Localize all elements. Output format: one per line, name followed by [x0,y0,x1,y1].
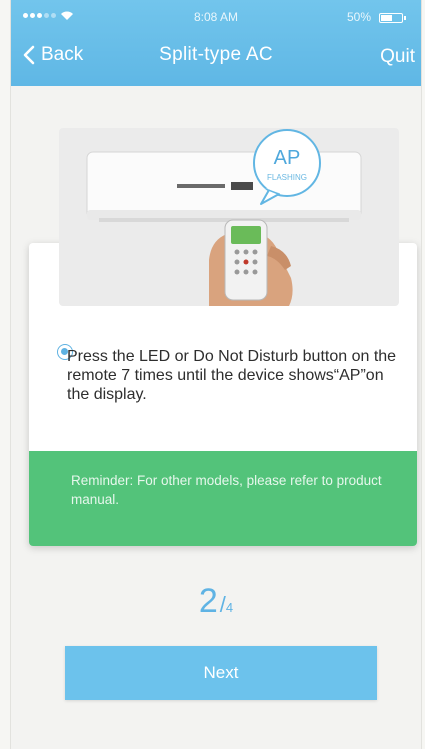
top-bar: 8:08 AM 50% Back Split-type AC Quit [11,0,421,86]
page-title: Split-type AC [159,44,273,65]
ac-illustration: AP FLASHING [59,128,399,306]
app-screen: 8:08 AM 50% Back Split-type AC Quit Pres… [10,0,422,749]
bubble-title: AP [274,147,301,169]
quit-button[interactable]: Quit [380,46,415,68]
instruction-text: Press the LED or Do Not Disturb button o… [67,348,397,403]
air-conditioner-image: AP FLASHING [86,129,362,306]
next-label: Next [203,663,239,682]
bubble-subtitle: FLASHING [267,173,307,182]
step-current: 2 [198,582,218,620]
step-total: 4 [225,600,234,615]
reminder-text: Reminder: For other models, please refer… [71,473,382,507]
battery-icon [379,13,406,23]
next-button[interactable]: Next [65,646,377,700]
reminder-banner: Reminder: For other models, please refer… [29,451,417,546]
status-bar: 8:08 AM 50% [11,4,421,32]
navigation-bar: Back Split-type AC Quit [11,36,421,80]
battery-percent: 50% [346,10,371,24]
step-indicator: 2/4 [11,582,421,621]
